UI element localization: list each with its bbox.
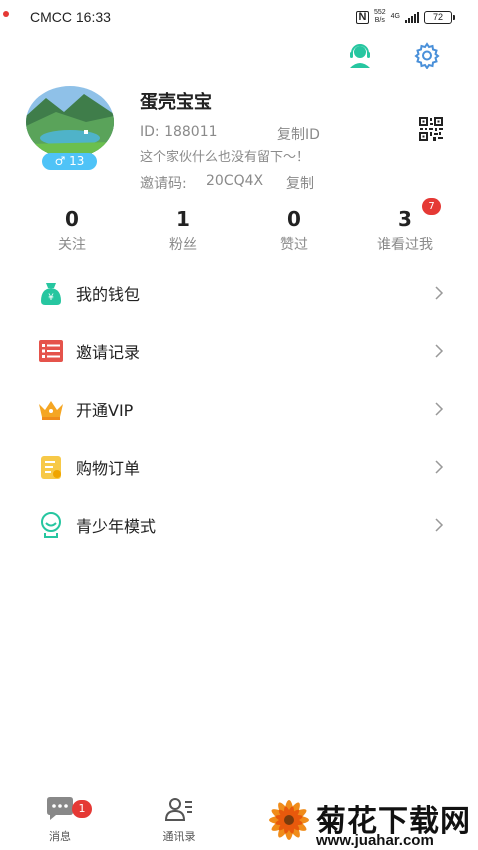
user-id: ID: 188011 [140,124,218,140]
invite-code: 20CQ4X [206,173,264,189]
stat-followers[interactable]: 1 粉丝 [138,206,228,254]
stat-value: 0 [65,207,79,231]
menu-item-invite-records[interactable]: 邀请记录 [0,326,478,376]
menu-item-vip[interactable]: 开通VIP [0,384,478,434]
stat-following[interactable]: 0 关注 [27,206,117,254]
site-watermark: 菊花下载网 www.juahar.com [262,792,478,850]
chrysanthemum-logo-icon [269,800,309,840]
settings-button[interactable] [412,40,442,70]
gear-icon [414,42,440,69]
customer-service-icon [350,44,370,68]
stat-label: 赞过 [280,237,308,253]
stat-label: 粉丝 [169,237,197,253]
age-value: 13 [69,154,85,168]
watermark-url: www.juahar.com [316,832,434,849]
male-icon: ♂ [54,154,66,168]
qr-code-icon [419,117,443,141]
stat-value: 1 [176,207,190,231]
nav-label: 消息 [49,830,71,843]
chevron-right-icon [435,286,444,300]
menu-item-teen-mode[interactable]: 青少年模式 [0,500,478,550]
messages-badge: 1 [72,800,92,818]
stat-label: 谁看过我 [377,237,433,253]
invite-code-label: 邀请码: [140,176,187,192]
menu-item-orders[interactable]: 购物订单 [0,442,478,492]
nav-label: 通讯录 [162,830,196,843]
wallet-icon: ¥ [37,279,65,307]
svg-text:¥: ¥ [48,293,54,303]
chevron-right-icon [435,460,444,474]
menu-label: 我的钱包 [76,285,141,304]
status-indicators: N 552 B/s 4G 72 [355,9,455,25]
network-type: 4G [390,13,400,20]
nav-contacts[interactable]: 通讯录 [149,796,209,844]
copy-id-button[interactable]: 复制ID [277,124,320,144]
order-icon [37,453,65,481]
menu-label: 邀请记录 [76,343,141,362]
menu-label: 青少年模式 [76,517,157,536]
signal-icon [405,11,419,23]
battery-icon: 72 [424,10,455,24]
copy-invite-button[interactable]: 复制 [286,173,314,193]
list-icon [37,337,65,365]
customer-service-button[interactable] [345,40,375,70]
avatar-landscape-image [26,86,114,158]
visitors-badge: 7 [422,198,441,215]
qr-code-button[interactable] [419,117,443,141]
chevron-right-icon [435,344,444,358]
nfc-icon: N [355,10,369,24]
status-bar: CMCC 16:33 N 552 B/s 4G 72 [0,0,478,34]
carrier-time: CMCC 16:33 [30,9,111,25]
contacts-icon [164,798,192,821]
crown-icon [37,395,65,423]
chevron-right-icon [435,518,444,532]
menu-label: 开通VIP [76,401,134,420]
stat-value: 0 [287,207,301,231]
avatar[interactable] [26,86,114,158]
bio: 这个家伙什么也没有留下～！ [140,150,310,165]
nickname: 蛋壳宝宝 [140,92,212,113]
gender-age-badge: ♂ 13 [42,153,97,170]
network-speed: 552 B/s [373,9,386,24]
chevron-right-icon [435,402,444,416]
teen-mode-icon [37,511,65,539]
menu-label: 购物订单 [76,459,141,478]
notification-dot-icon [3,11,9,17]
stat-liked[interactable]: 0 赞过 [249,206,339,254]
menu-item-wallet[interactable]: ¥ 我的钱包 [0,268,478,318]
stat-label: 关注 [58,237,86,253]
